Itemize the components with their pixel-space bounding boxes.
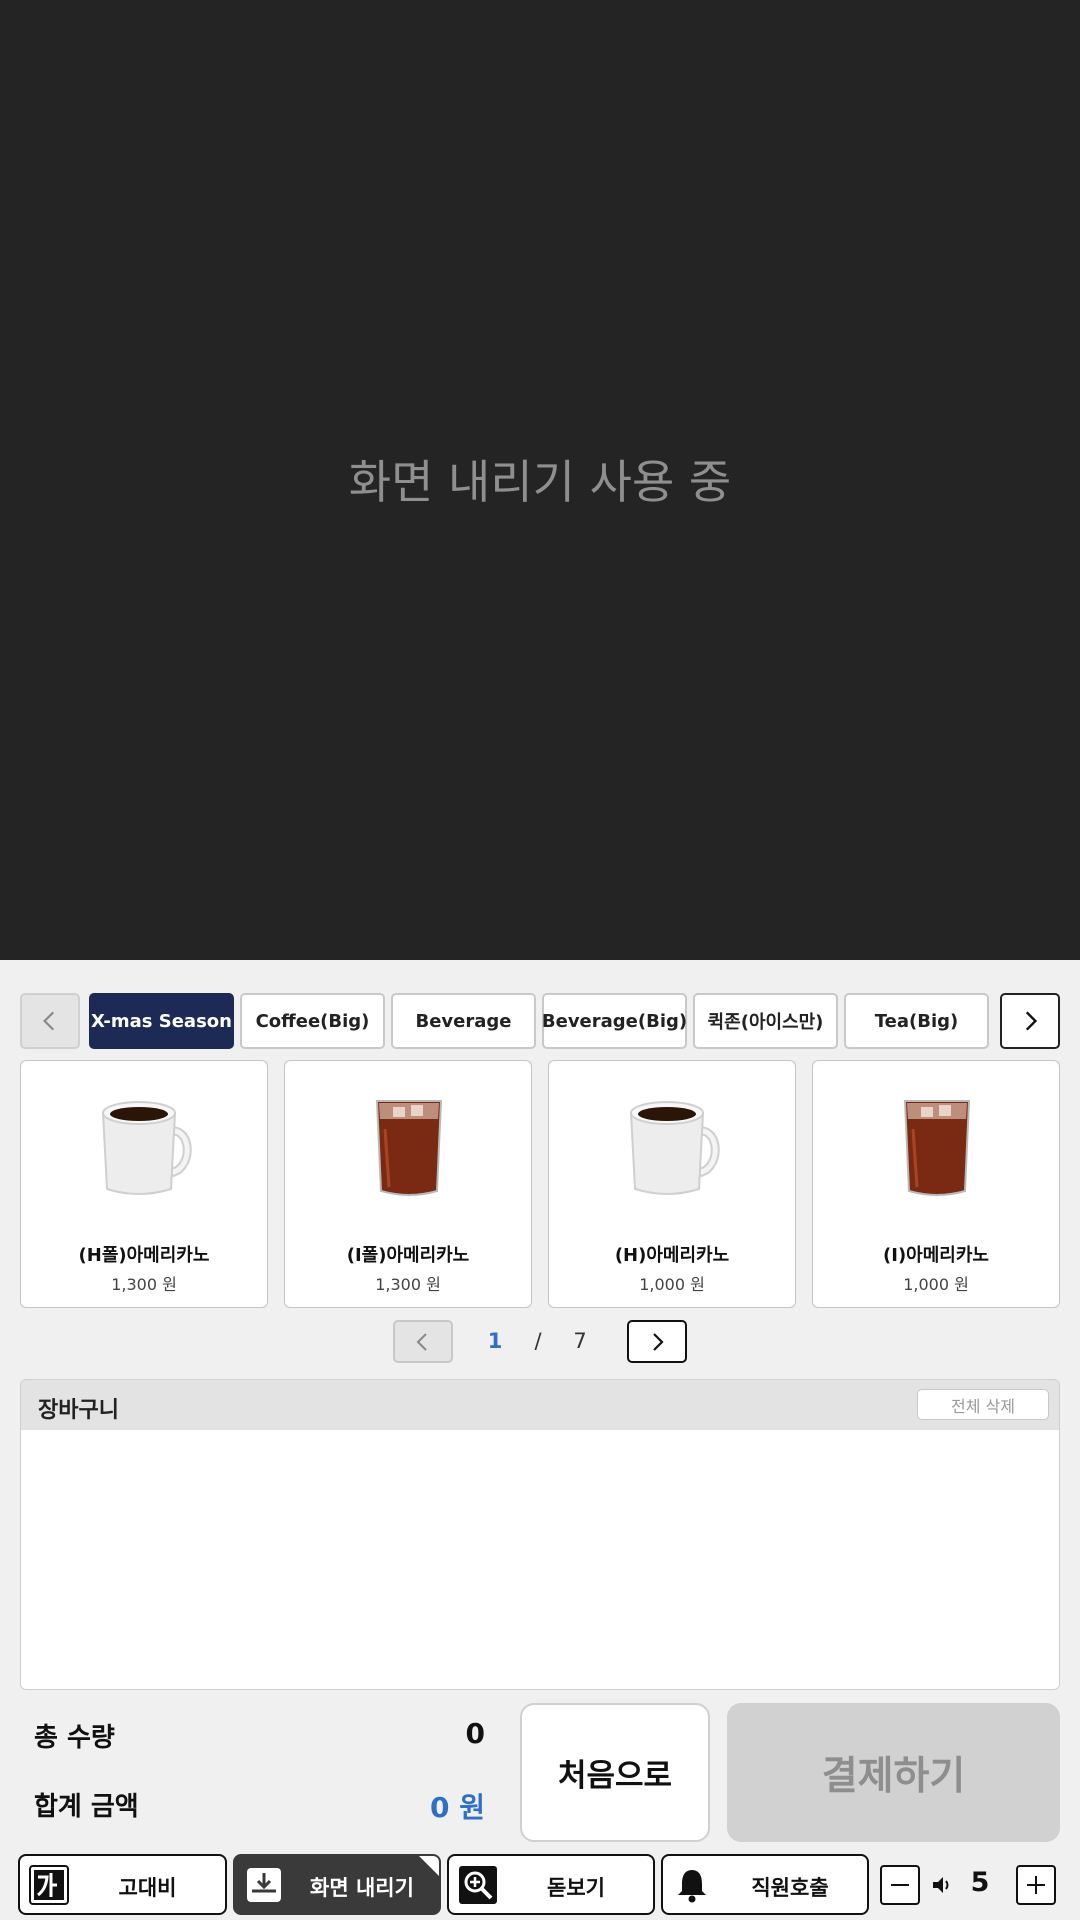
overlay-message: 화면 내리기 사용 중 (348, 454, 732, 509)
hot-coffee-mug-icon (629, 1101, 720, 1195)
total-amount-value: 0 원 (430, 1791, 485, 1824)
total-qty-value: 0 (465, 1717, 485, 1750)
iced-coffee-glass-icon (903, 1100, 971, 1196)
volume-up-button[interactable] (1016, 1865, 1056, 1905)
product-card[interactable]: (H폴)아메리카노 1,300 원 (20, 1060, 268, 1308)
cart-panel: 장바구니 전체 삭제 (20, 1379, 1060, 1690)
high-contrast-label: 고대비 (118, 1876, 177, 1900)
page-prev-button[interactable] (393, 1320, 453, 1363)
product-card[interactable]: (I폴)아메리카노 1,300 원 (284, 1060, 532, 1308)
product-name: (H폴)아메리카노 (78, 1245, 210, 1266)
pay-button[interactable]: 결제하기 (727, 1703, 1060, 1842)
product-grid: (H폴)아메리카노 1,300 원 (I폴)아메리카노 1,300 원 (H)아… (20, 1060, 1060, 1308)
page-total: 7 (573, 1329, 587, 1353)
volume-value: 5 (970, 1867, 990, 1898)
cart-title: 장바구니 (38, 1398, 119, 1423)
category-bar: X-mas Season Coffee(Big) Beverage Bevera… (20, 993, 1060, 1049)
high-contrast-button[interactable]: 고대비 (18, 1854, 227, 1915)
magnifier-button[interactable]: 돋보기 (447, 1854, 655, 1915)
product-price: 1,300 원 (375, 1275, 441, 1294)
active-corner-marker (419, 1856, 439, 1876)
high-contrast-icon (29, 1865, 69, 1905)
product-price: 1,000 원 (903, 1275, 969, 1294)
product-card[interactable]: (I)아메리카노 1,000 원 (812, 1060, 1060, 1308)
lower-screen-button[interactable]: 화면 내리기 (233, 1854, 441, 1915)
category-next-button[interactable] (1000, 993, 1060, 1049)
volume-down-button[interactable] (880, 1865, 920, 1905)
hot-coffee-mug-icon (101, 1101, 192, 1195)
total-qty-label: 총 수량 (34, 1723, 115, 1753)
category-prev-button[interactable] (20, 993, 80, 1049)
minus-icon (891, 1884, 909, 1886)
screen-lowered-overlay: 화면 내리기 사용 중 (0, 0, 1080, 960)
product-card[interactable]: (H)아메리카노 1,000 원 (548, 1060, 796, 1308)
go-home-button[interactable]: 처음으로 (520, 1703, 710, 1842)
category-tab-quickzone[interactable]: 퀵존(아이스만) (693, 993, 838, 1049)
call-staff-label: 직원호출 (751, 1876, 829, 1900)
cart-clear-all-button[interactable]: 전체 삭제 (917, 1389, 1049, 1420)
speaker-icon (933, 1877, 949, 1893)
category-tab-tea-big[interactable]: Tea(Big) (844, 993, 989, 1049)
product-name: (I)아메리카노 (883, 1245, 989, 1266)
product-price: 1,000 원 (639, 1275, 705, 1294)
chevron-left-icon (43, 1011, 55, 1031)
magnifier-icon (459, 1866, 497, 1904)
chevron-right-icon (653, 1332, 664, 1351)
call-staff-button[interactable]: 직원호출 (661, 1854, 869, 1915)
category-tab-xmas-season[interactable]: X-mas Season (89, 993, 234, 1049)
chevron-right-icon (1025, 1011, 1038, 1031)
lower-screen-icon (247, 1868, 281, 1902)
lower-screen-label: 화면 내리기 (310, 1876, 414, 1900)
cart-header: 장바구니 전체 삭제 (21, 1380, 1059, 1430)
page-next-button[interactable] (627, 1320, 687, 1363)
total-amount-label: 합계 금액 (34, 1792, 139, 1822)
product-name: (I폴)아메리카노 (346, 1245, 470, 1266)
product-name: (H)아메리카노 (614, 1245, 730, 1266)
bell-icon (678, 1870, 706, 1903)
category-tab-beverage-big[interactable]: Beverage(Big) (542, 993, 687, 1049)
category-tab-coffee-big[interactable]: Coffee(Big) (240, 993, 385, 1049)
iced-coffee-glass-icon (375, 1100, 443, 1196)
page-current: 1 (487, 1329, 503, 1353)
chevron-left-icon (416, 1332, 427, 1351)
plus-icon (1027, 1876, 1045, 1894)
product-price: 1,300 원 (111, 1275, 177, 1294)
category-tab-beverage[interactable]: Beverage (391, 993, 536, 1049)
kiosk-panel: X-mas Season Coffee(Big) Beverage Bevera… (0, 960, 1080, 1920)
magnifier-label: 돋보기 (547, 1876, 605, 1900)
page-separator: / (534, 1329, 542, 1353)
